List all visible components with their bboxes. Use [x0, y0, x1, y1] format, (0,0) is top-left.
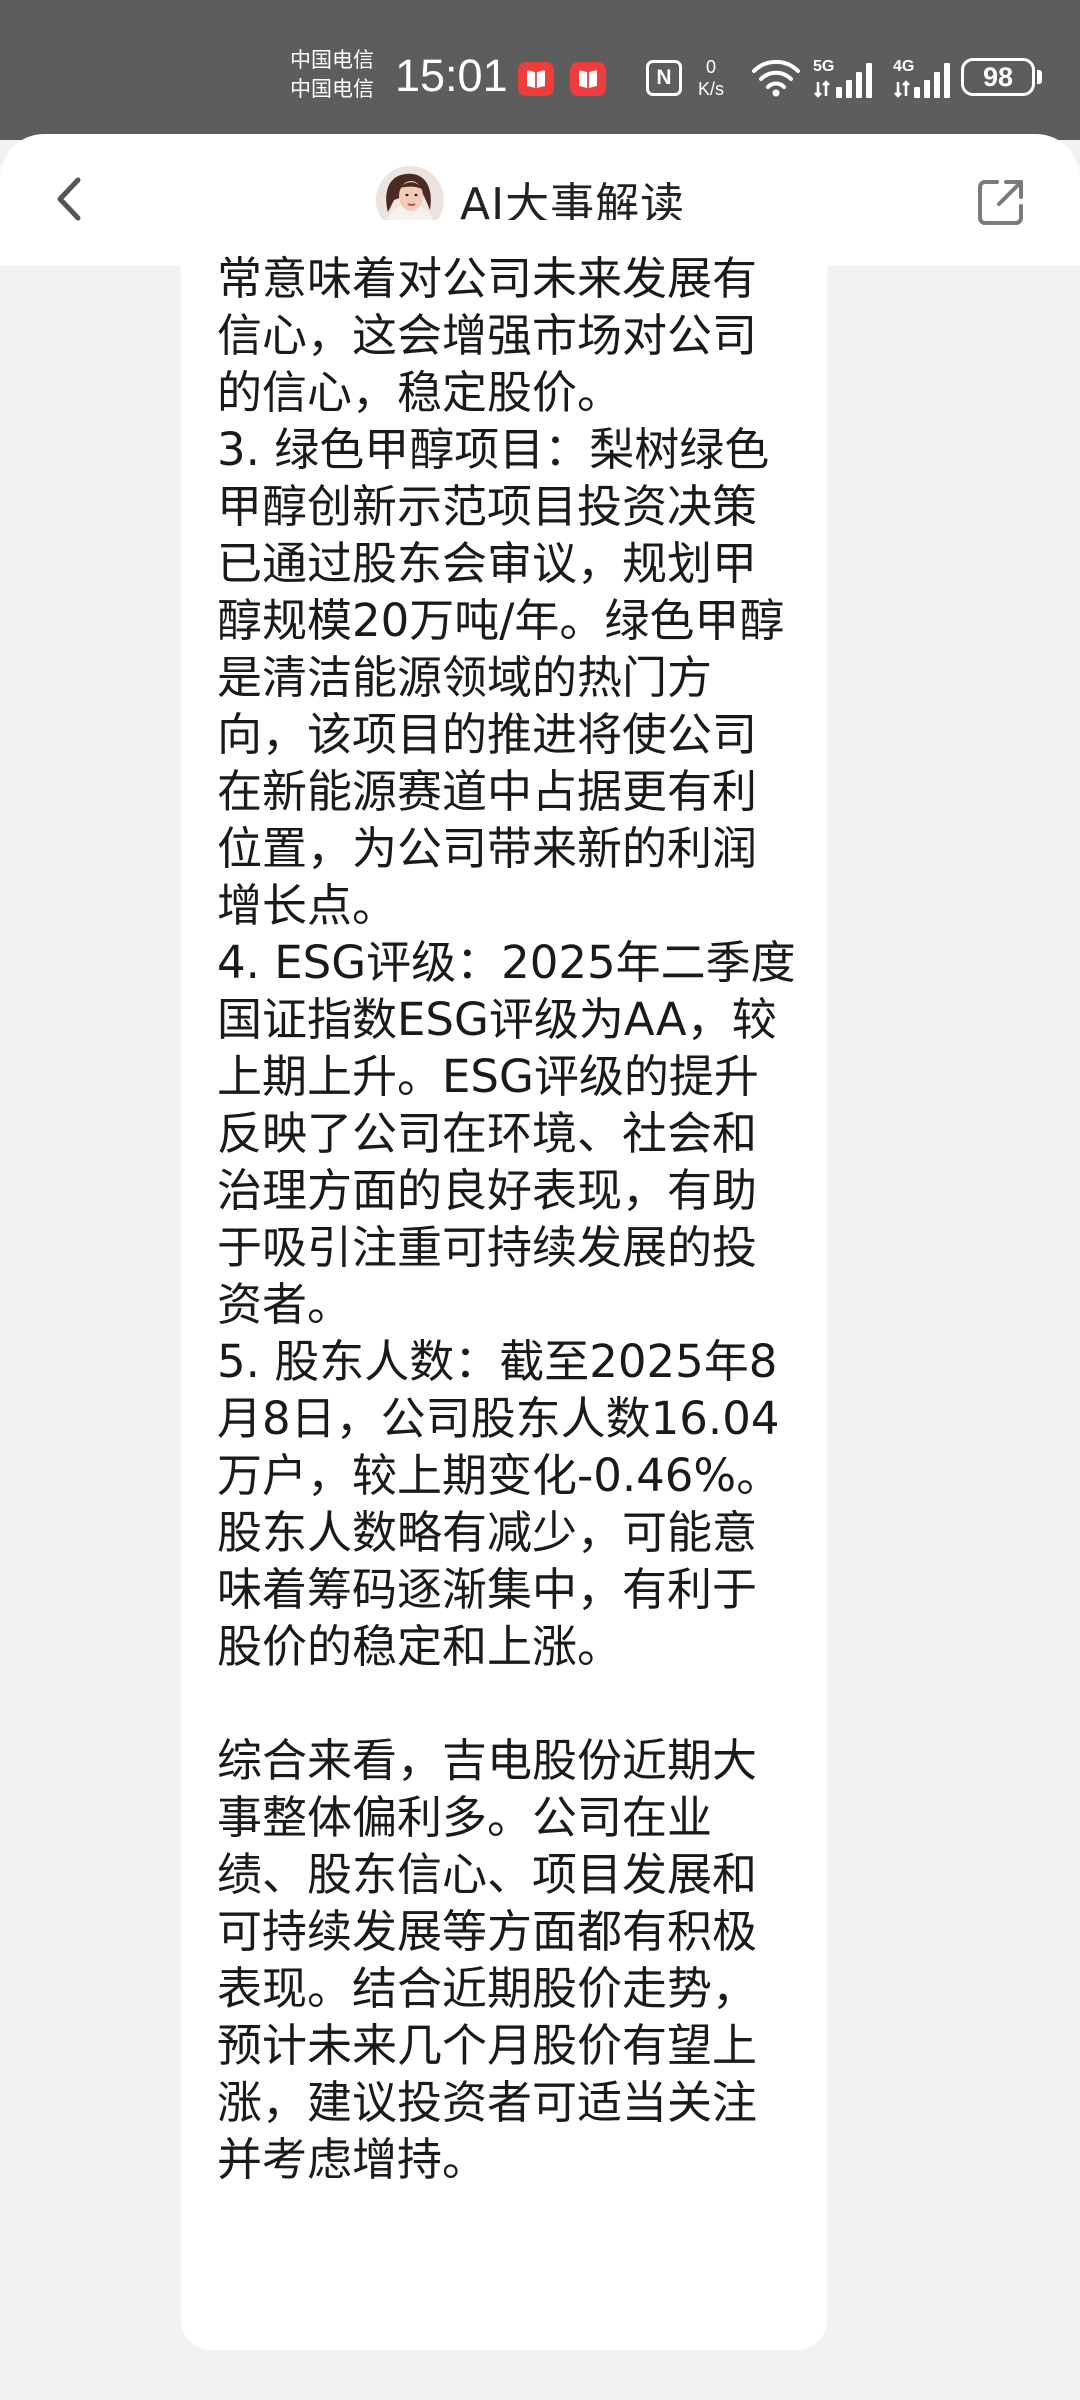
carrier-2: 中国电信 — [290, 77, 374, 101]
back-button[interactable] — [40, 164, 100, 234]
battery-tip — [1037, 70, 1042, 84]
status-bar: 中国电信 中国电信 15:01 N 0 K/s 5G 4G 98 — [0, 0, 1080, 140]
wifi-icon — [752, 59, 800, 97]
net-speed: 0 K/s — [698, 56, 724, 100]
signal-5g-icon — [814, 63, 872, 98]
net-speed-value: 0 — [706, 57, 717, 77]
battery-icon: 98 — [961, 58, 1035, 96]
app-notification-icon — [570, 62, 606, 96]
clock: 15:01 — [395, 50, 508, 101]
share-button[interactable] — [975, 176, 1027, 228]
chevron-left-icon — [57, 177, 81, 221]
nfc-icon: N — [646, 60, 682, 96]
carrier-1: 中国电信 — [290, 48, 374, 72]
share-external-icon — [978, 180, 1023, 225]
carrier-labels: 中国电信 中国电信 — [290, 46, 374, 104]
net-speed-unit: K/s — [698, 79, 725, 99]
signal-4g-icon — [894, 63, 950, 98]
app-notification-icon — [518, 62, 554, 96]
message-bubble: 常意味着对公司未来发展有信心，这会增强市场对公司的信心，稳定股价。 3. 绿色甲… — [181, 220, 827, 2350]
message-text: 常意味着对公司未来发展有信心，这会增强市场对公司的信心，稳定股价。 3. 绿色甲… — [217, 252, 796, 2186]
